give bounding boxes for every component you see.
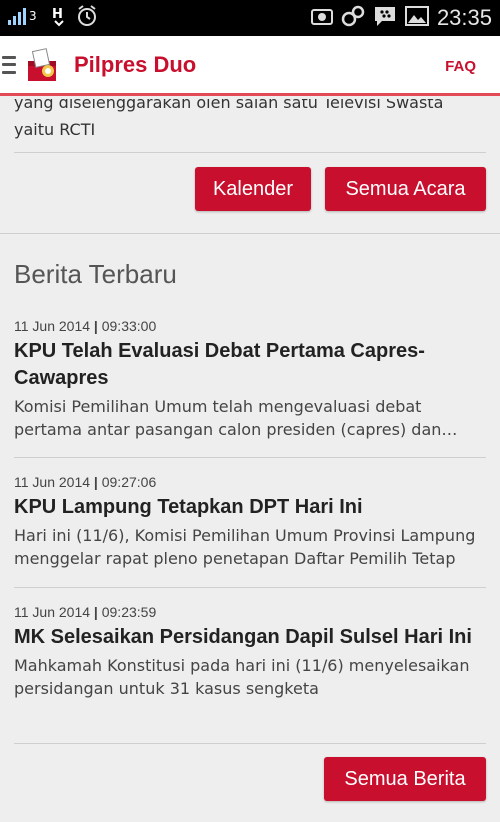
ballot-box-logo-icon[interactable] xyxy=(24,47,60,83)
news-section-title: Berita Terbaru xyxy=(14,259,177,289)
status-time: 23:35 xyxy=(436,5,492,30)
signal-3g-icon: 3 xyxy=(8,6,42,30)
news-title[interactable]: KPU Telah Evaluasi Debat Pertama Capres-… xyxy=(14,338,486,392)
news-excerpt: Komisi Pemilihan Umum telah mengevaluasi… xyxy=(14,397,442,439)
section-divider xyxy=(0,233,500,234)
link-icon xyxy=(341,5,365,31)
event-description: yang diselenggarakan oleh salah satu Tel… xyxy=(14,99,444,139)
news-divider xyxy=(14,457,486,458)
news-time: 09:33:00 xyxy=(101,318,157,334)
news-item[interactable]: 11 Jun 2014 | 09:27:06 KPU Lampung Tetap… xyxy=(14,474,486,570)
alarm-icon xyxy=(76,5,98,31)
h-icon: H xyxy=(50,5,68,31)
image-icon xyxy=(404,6,429,30)
news-time: 09:23:59 xyxy=(101,604,157,620)
app-title: Pilpres Duo xyxy=(74,51,197,77)
news-title[interactable]: KPU Lampung Tetapkan DPT Hari Ini xyxy=(14,494,486,521)
hamburger-menu-icon[interactable] xyxy=(2,55,16,74)
news-excerpt: Mahkamah Konstitusi pada hari ini (11/6)… xyxy=(14,656,470,698)
status-left-icons: 3 H xyxy=(8,5,98,31)
status-right-icons: 23:35 xyxy=(310,5,492,31)
news-title[interactable]: MK Selesaikan Persidangan Dapil Sulsel H… xyxy=(14,624,486,651)
news-datetime: 11 Jun 2014 | 09:23:59 xyxy=(14,604,486,620)
bbm-icon xyxy=(373,5,397,31)
news-datetime: 11 Jun 2014 | 09:33:00 xyxy=(14,318,486,334)
faq-link[interactable]: FAQ xyxy=(445,58,476,75)
status-bar: 3 H 23:35 xyxy=(0,0,500,36)
screenshot-icon xyxy=(310,7,333,29)
divider xyxy=(14,152,486,153)
datetime-separator: | xyxy=(93,474,98,490)
news-item[interactable]: 11 Jun 2014 | 09:33:00 KPU Telah Evaluas… xyxy=(14,318,486,441)
datetime-separator: | xyxy=(93,604,98,620)
news-datetime: 11 Jun 2014 | 09:27:06 xyxy=(14,474,486,490)
all-news-button[interactable]: Semua Berita xyxy=(324,757,486,801)
datetime-separator: | xyxy=(93,318,98,334)
all-events-button[interactable]: Semua Acara xyxy=(325,167,486,211)
news-divider xyxy=(14,587,486,588)
calendar-button[interactable]: Kalender xyxy=(195,167,311,211)
news-time: 09:27:06 xyxy=(101,474,157,490)
svg-text:H: H xyxy=(52,7,63,22)
news-divider xyxy=(14,743,486,744)
news-date: 11 Jun 2014 xyxy=(14,474,91,490)
app-bar: Pilpres Duo FAQ xyxy=(0,36,500,96)
svg-text:3: 3 xyxy=(29,9,37,23)
news-date: 11 Jun 2014 xyxy=(14,318,91,334)
news-item[interactable]: 11 Jun 2014 | 09:23:59 MK Selesaikan Per… xyxy=(14,604,486,700)
news-date: 11 Jun 2014 xyxy=(14,604,91,620)
news-excerpt: Hari ini (11/6), Komisi Pemilihan Umum P… xyxy=(14,526,476,568)
main-content[interactable]: yang diselenggarakan oleh salah satu Tel… xyxy=(0,99,500,822)
